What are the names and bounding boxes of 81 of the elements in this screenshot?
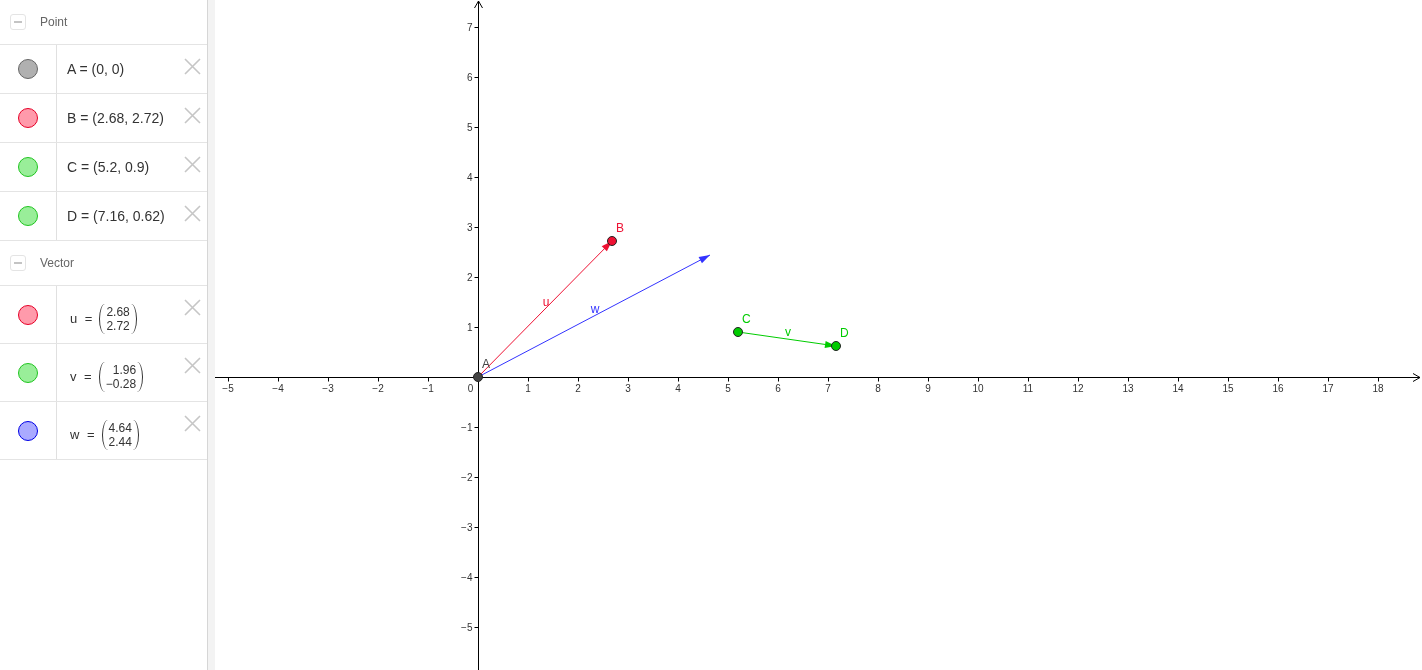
axis-tick-label: 4 bbox=[675, 382, 681, 394]
minus-icon bbox=[14, 262, 22, 264]
axis-tick-label: −3 bbox=[461, 522, 473, 533]
collapse-button[interactable] bbox=[10, 255, 26, 271]
point-label: D bbox=[840, 326, 849, 340]
axis-tick-label: 9 bbox=[925, 382, 931, 394]
point-label: C bbox=[742, 312, 751, 326]
axis-tick-label: 1 bbox=[466, 322, 473, 333]
group-title: Point bbox=[40, 15, 68, 29]
point-label: A bbox=[482, 357, 490, 371]
axis-tick-label: 2 bbox=[466, 272, 473, 283]
splitter-bar[interactable] bbox=[207, 0, 215, 670]
close-icon[interactable] bbox=[184, 357, 201, 374]
axis-tick-label: 5 bbox=[725, 382, 731, 394]
vector-name: u = bbox=[70, 311, 93, 326]
point-label: B bbox=[616, 221, 624, 235]
minus-icon bbox=[14, 21, 22, 23]
point-marker[interactable] bbox=[607, 236, 617, 246]
close-icon[interactable] bbox=[184, 415, 201, 432]
axis-tick-label: −5 bbox=[461, 622, 473, 633]
vector-component: −0.28 bbox=[105, 376, 137, 391]
dot-icon[interactable] bbox=[18, 362, 38, 383]
axis-tick-label: 7 bbox=[825, 382, 831, 394]
close-icon[interactable] bbox=[184, 107, 201, 124]
axis-tick-label: −4 bbox=[461, 572, 473, 583]
point-definition: C = (5.2, 0.9) bbox=[67, 159, 150, 175]
vector-name: w = bbox=[70, 427, 95, 442]
axis-tick-label: −1 bbox=[461, 422, 473, 433]
axis-tick-label: 12 bbox=[1072, 382, 1084, 394]
point-definition: B = (2.68, 2.72) bbox=[67, 110, 164, 126]
axis-tick-label: 10 bbox=[972, 382, 984, 394]
axis-tick-label: 6 bbox=[775, 382, 781, 394]
axis-tick-label: 1 bbox=[525, 382, 531, 394]
axis-tick-label: −3 bbox=[322, 382, 334, 394]
vector-component: 2.72 bbox=[106, 318, 130, 333]
vector-component: 2.68 bbox=[106, 304, 130, 319]
vector-component: 1.96 bbox=[112, 362, 137, 377]
close-icon[interactable] bbox=[184, 205, 201, 222]
axis-tick-label: 18 bbox=[1372, 382, 1384, 394]
axis-tick-label: 3 bbox=[625, 382, 631, 394]
close-icon[interactable] bbox=[184, 299, 201, 316]
axis-tick-label: −4 bbox=[272, 382, 284, 394]
axis-tick-label: 8 bbox=[875, 382, 881, 394]
axis-tick-label: 13 bbox=[1122, 382, 1134, 394]
axis-tick-label: 11 bbox=[1022, 382, 1034, 394]
vector-label: w bbox=[590, 301, 600, 316]
axis-tick-label: −1 bbox=[422, 382, 434, 394]
close-icon[interactable] bbox=[184, 156, 201, 173]
axis-tick-label: 4 bbox=[466, 172, 473, 183]
group-title: Vector bbox=[40, 256, 75, 270]
vector-label: v bbox=[785, 324, 791, 339]
point-definition: D = (7.16, 0.62) bbox=[67, 208, 165, 224]
collapse-button[interactable] bbox=[10, 14, 26, 30]
vector-name: v = bbox=[70, 369, 92, 384]
dot-icon[interactable] bbox=[18, 304, 38, 325]
vector-component: 2.44 bbox=[108, 434, 132, 449]
point-marker[interactable] bbox=[733, 327, 743, 337]
axis-tick-label: 15 bbox=[1222, 382, 1234, 394]
axis-tick-label: 17 bbox=[1322, 382, 1334, 394]
axis-tick-label: 14 bbox=[1172, 382, 1184, 394]
vector-component: 4.64 bbox=[108, 420, 132, 435]
axis-tick-label: −5 bbox=[222, 382, 234, 394]
axis-tick-label: 16 bbox=[1272, 382, 1284, 394]
close-icon[interactable] bbox=[184, 58, 201, 75]
dot-icon[interactable] bbox=[18, 206, 38, 226]
point-definition: A = (0, 0) bbox=[67, 61, 125, 77]
dot-icon[interactable] bbox=[18, 420, 38, 441]
axis-tick-label: 7 bbox=[466, 22, 473, 33]
point-marker[interactable] bbox=[473, 372, 483, 382]
axis-tick-label: −2 bbox=[372, 382, 384, 394]
axis-tick-label: 3 bbox=[466, 222, 473, 233]
point-marker[interactable] bbox=[831, 341, 841, 351]
axis-tick-label: 0 bbox=[467, 382, 474, 394]
axis-tick-label: −2 bbox=[461, 472, 473, 483]
dot-icon[interactable] bbox=[18, 108, 38, 128]
dot-icon[interactable] bbox=[18, 59, 38, 79]
axis-tick-label: 2 bbox=[575, 382, 581, 394]
dot-icon[interactable] bbox=[18, 157, 38, 177]
vector-label: u bbox=[542, 294, 550, 309]
axis-tick-label: 6 bbox=[466, 72, 473, 83]
axis-tick-label: 5 bbox=[466, 122, 473, 133]
